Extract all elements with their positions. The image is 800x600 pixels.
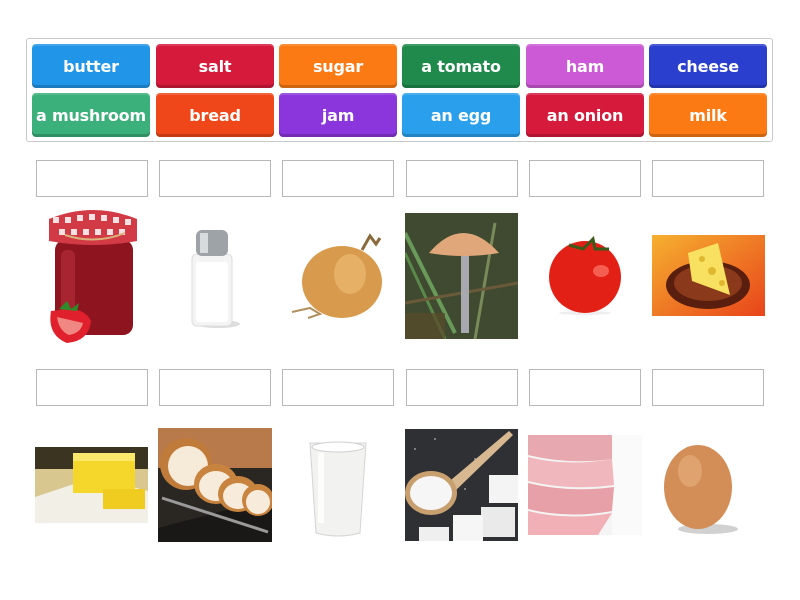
onion-image [290, 232, 385, 322]
tile-butter[interactable]: butter [32, 44, 150, 88]
salt-image [186, 228, 241, 328]
drop-zone-6[interactable] [652, 160, 764, 197]
tile-salt[interactable]: salt [156, 44, 274, 88]
milk-image [306, 437, 370, 539]
drop-zone-11[interactable] [529, 369, 641, 406]
tomato-image [545, 235, 625, 315]
tile-a-mushroom[interactable]: a mushroom [32, 93, 150, 137]
ham-image [528, 435, 642, 535]
tile-an-onion[interactable]: an onion [526, 93, 644, 137]
bread-image [158, 428, 272, 542]
egg-image [662, 437, 744, 535]
mushroom-image [405, 213, 518, 339]
drop-zone-5[interactable] [529, 160, 641, 197]
drop-zone-3[interactable] [282, 160, 394, 197]
tile-sugar[interactable]: sugar [279, 44, 397, 88]
drop-zone-4[interactable] [406, 160, 518, 197]
drop-zone-7[interactable] [36, 369, 148, 406]
tile-an-egg[interactable]: an egg [402, 93, 520, 137]
tile-jam[interactable]: jam [279, 93, 397, 137]
jam-image [45, 205, 140, 345]
tile-cheese[interactable]: cheese [649, 44, 767, 88]
drop-zone-12[interactable] [652, 369, 764, 406]
cheese-image [652, 235, 765, 316]
drop-zone-10[interactable] [406, 369, 518, 406]
drop-zone-2[interactable] [159, 160, 271, 197]
tile-milk[interactable]: milk [649, 93, 767, 137]
drop-zone-8[interactable] [159, 369, 271, 406]
tile-a-tomato[interactable]: a tomato [402, 44, 520, 88]
tile-bread[interactable]: bread [156, 93, 274, 137]
drop-zone-1[interactable] [36, 160, 148, 197]
drop-zone-9[interactable] [282, 369, 394, 406]
butter-image [35, 447, 148, 523]
sugar-image [405, 429, 518, 541]
tile-ham[interactable]: ham [526, 44, 644, 88]
